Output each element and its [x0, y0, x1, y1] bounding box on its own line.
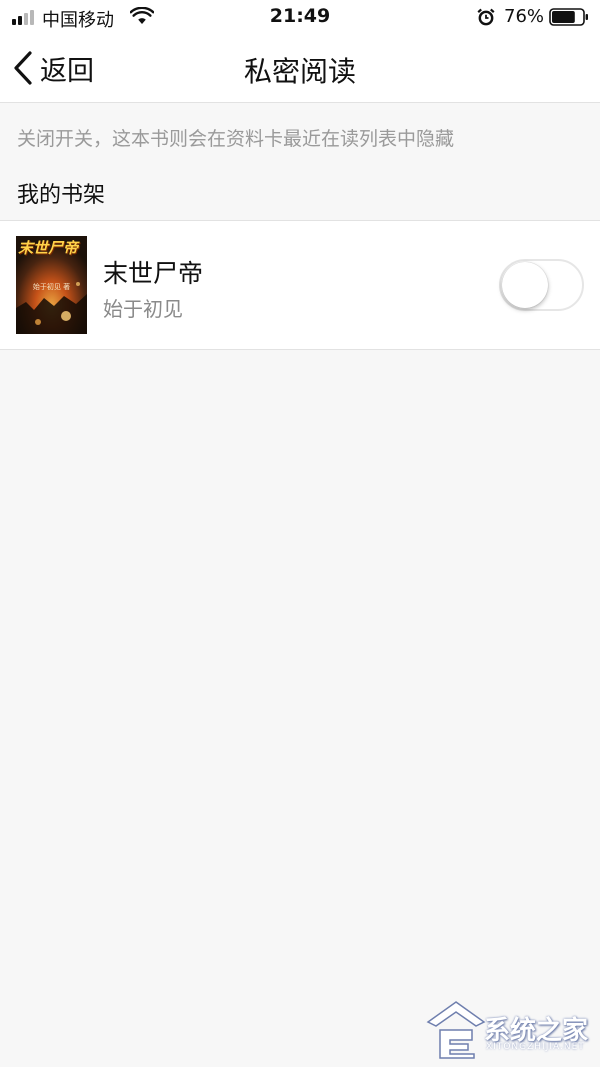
back-button-label: 返回 [40, 55, 94, 87]
book-title: 末世尸帝 [103, 259, 204, 288]
back-button[interactable]: 返回 [12, 48, 94, 88]
book-cover-image: 末世尸帝 始于初见 著 [16, 236, 87, 334]
book-list-item: 末世尸帝 始于初见 著 末世尸帝 始于初见 [0, 220, 600, 350]
alarm-icon [477, 8, 495, 26]
section-title-bookshelf: 我的书架 [17, 183, 106, 208]
watermark-logo-icon [426, 1001, 486, 1059]
chevron-left-icon [14, 51, 32, 85]
book-cover-author-art: 始于初见 著 [32, 283, 71, 291]
watermark-subtext: XITONGZHIJIA.NET [486, 1042, 585, 1052]
toggle-knob [502, 262, 548, 308]
privacy-hint-text: 关闭开关，这本书则会在资料卡最近在读列表中隐藏 [17, 128, 455, 150]
private-reading-toggle[interactable] [499, 259, 584, 311]
book-author: 始于初见 [103, 297, 183, 321]
watermark: 系统之家 XITONGZHIJIA.NET [424, 1000, 596, 1060]
status-bar: 中国移动 21:49 76% [0, 0, 600, 34]
book-cover-title-art: 末世尸帝 [18, 239, 79, 257]
navigation-bar: 返回 私密阅读 [0, 34, 600, 103]
battery-icon [549, 8, 588, 26]
battery-percentage: 76% [504, 6, 545, 27]
